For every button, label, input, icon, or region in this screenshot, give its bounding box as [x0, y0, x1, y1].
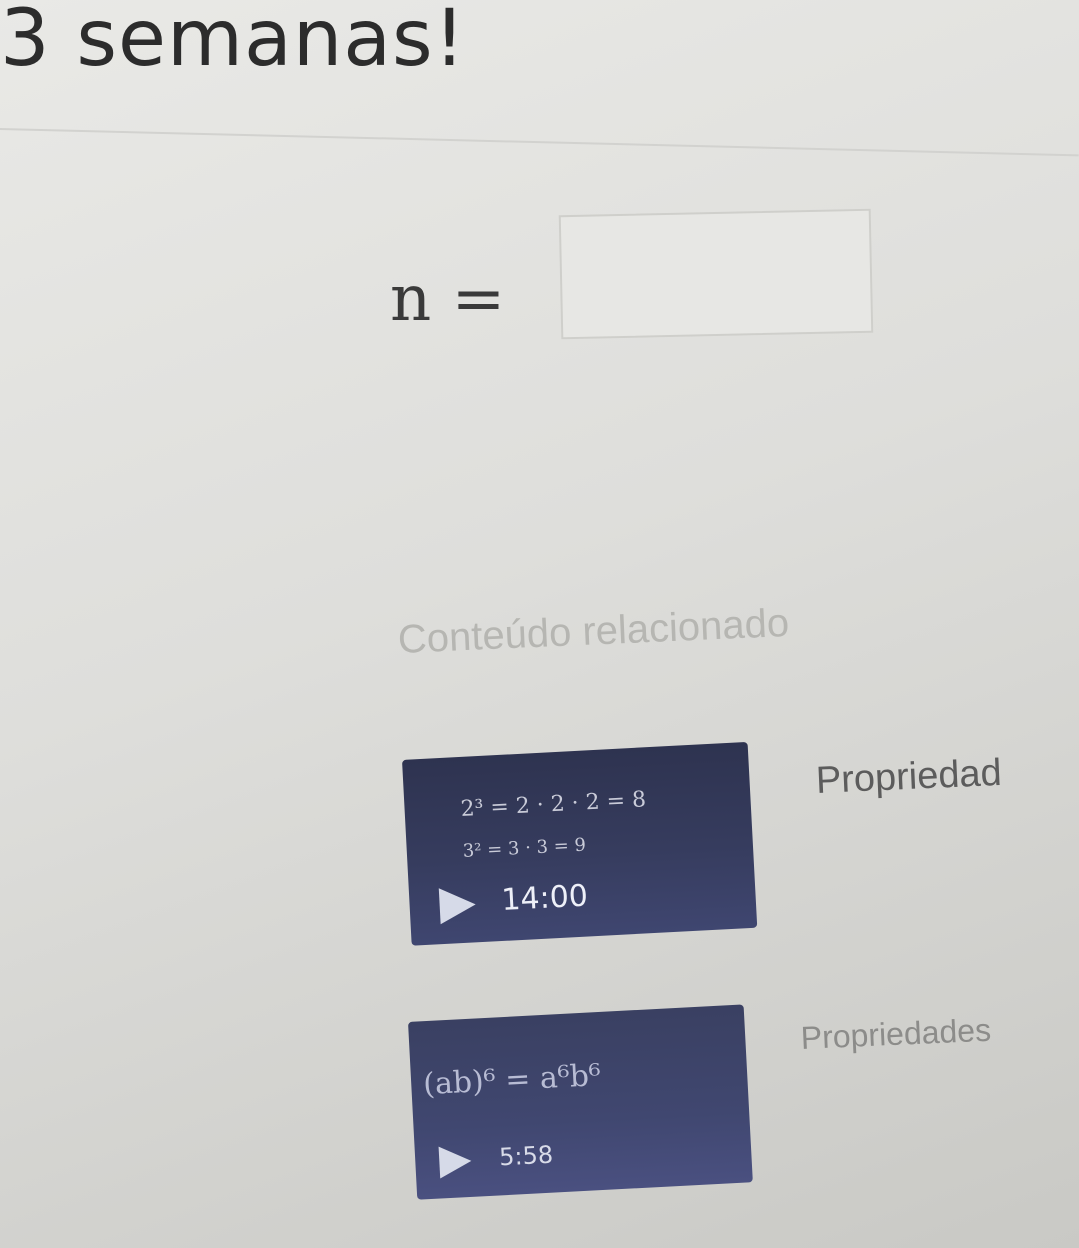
thumbnail-math-line: (ab)⁶ = a⁶b⁶: [422, 1057, 602, 1103]
video-title-1[interactable]: Propriedad: [815, 752, 1003, 803]
video-duration: 14:00: [500, 878, 589, 918]
play-icon[interactable]: [438, 1144, 473, 1179]
play-icon[interactable]: [438, 886, 477, 925]
video-title-2[interactable]: Propriedades: [800, 1012, 992, 1057]
answer-input[interactable]: [558, 208, 874, 340]
related-content-heading: Conteúdo relacionado: [397, 600, 790, 662]
video-thumbnail-1[interactable]: 2³ = 2 · 2 · 2 = 8 3² = 3 · 3 = 9 14:00: [402, 741, 758, 946]
thumbnail-math-line: 2³ = 2 · 2 · 2 = 8: [460, 787, 647, 822]
video-thumbnail-2[interactable]: (ab)⁶ = a⁶b⁶ 5:58: [408, 1004, 753, 1200]
divider: [0, 128, 1079, 157]
equation-operator: =: [451, 262, 506, 336]
thumbnail-math-line: 3² = 3 · 3 = 9: [462, 834, 587, 862]
video-duration: 5:58: [498, 1140, 554, 1172]
equation: n =: [390, 262, 505, 336]
page-title: 3 semanas!: [0, 0, 466, 84]
equation-variable: n: [390, 262, 432, 336]
